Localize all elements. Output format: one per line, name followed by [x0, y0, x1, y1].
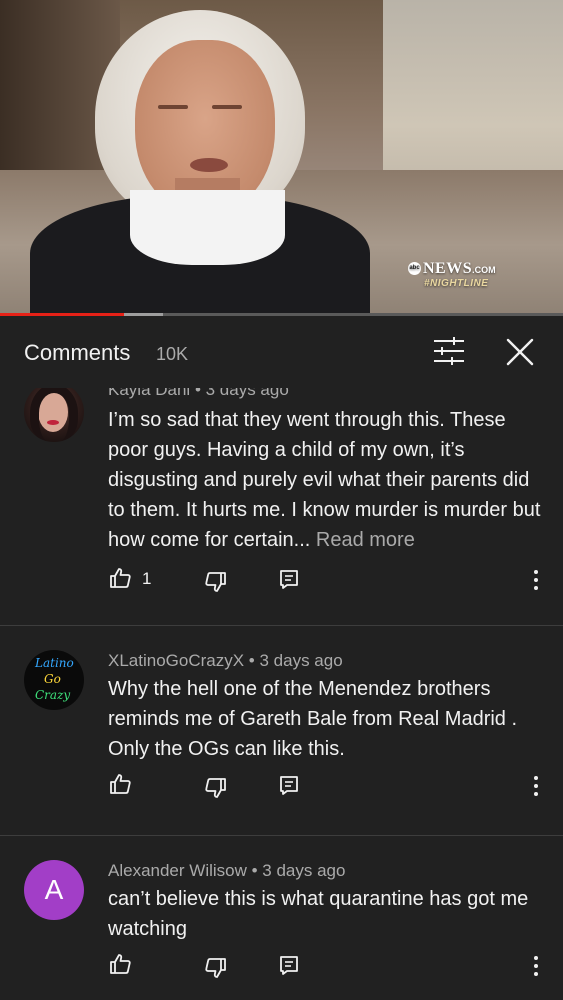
avatar-hair — [30, 388, 78, 442]
like-icon[interactable] — [108, 772, 132, 796]
logo-dotcom-text: .COM — [472, 265, 496, 275]
comment-text: can’t believe this is what quarantine ha… — [108, 884, 548, 944]
comments-list[interactable]: Kayla Dani • 3 days ago I’m so sad that … — [0, 388, 563, 1000]
comment-time: 3 days ago — [259, 651, 343, 670]
read-more-link[interactable]: Read more — [316, 529, 415, 551]
comment-body: can’t believe this is what quarantine ha… — [108, 888, 529, 940]
comment-item: A Alexander Wilisow • 3 days ago can’t b… — [0, 836, 563, 1000]
like-icon[interactable] — [108, 952, 132, 976]
avatar-word-3: Crazy — [35, 688, 71, 702]
video-subject-mouth — [190, 158, 228, 172]
meta-separator: • — [246, 861, 263, 880]
dislike-icon[interactable] — [204, 776, 228, 800]
comment-actions: 1 — [108, 566, 548, 594]
like-icon[interactable] — [108, 566, 132, 590]
meta-separator: • — [244, 651, 260, 670]
video-subject-collar — [130, 190, 285, 265]
comment-actions — [108, 772, 548, 800]
comment-author[interactable]: Kayla Dani — [108, 388, 190, 399]
abc-news-nightline-logo: abc NEWS.COM #NIGHTLINE — [408, 260, 496, 289]
sort-filter-icon[interactable] — [432, 336, 466, 366]
dislike-icon[interactable] — [204, 956, 228, 980]
more-options-icon[interactable] — [528, 954, 544, 978]
avatar-word-2: Go — [44, 672, 61, 686]
avatar-lips — [47, 420, 59, 425]
logo-news-text: NEWS — [423, 260, 473, 277]
comment-item: Kayla Dani • 3 days ago I’m so sad that … — [0, 388, 563, 626]
comment-author[interactable]: Alexander Wilisow — [108, 861, 247, 880]
comments-count: 10K — [156, 344, 189, 364]
video-subject-eye — [212, 105, 242, 109]
comment-item: Latino Go Crazy XLatinoGoCrazyX • 3 days… — [0, 626, 563, 836]
comment-actions — [108, 952, 548, 980]
comment-time: 3 days ago — [205, 388, 289, 399]
comment-body: Why the hell one of the Menendez brother… — [108, 678, 518, 760]
reply-icon[interactable] — [278, 568, 300, 590]
abc-logo-icon: abc — [408, 262, 421, 276]
comment-time: 3 days ago — [262, 861, 346, 880]
logo-nightline-text: #NIGHTLINE — [424, 278, 489, 289]
comment-meta: Alexander Wilisow • 3 days ago — [108, 861, 345, 881]
reply-icon[interactable] — [278, 774, 300, 796]
comments-title: Comments — [24, 340, 131, 365]
avatar-letter: A — [44, 874, 64, 905]
video-player[interactable]: abc NEWS.COM #NIGHTLINE — [0, 0, 563, 314]
avatar-word-1: Latino — [35, 656, 74, 670]
comment-text: Why the hell one of the Menendez brother… — [108, 674, 548, 764]
comment-text: I’m so sad that they went through this. … — [108, 405, 548, 555]
avatar[interactable] — [24, 388, 84, 442]
more-options-icon[interactable] — [528, 568, 544, 592]
meta-separator: • — [190, 388, 206, 399]
dislike-icon[interactable] — [204, 570, 228, 594]
comment-author[interactable]: XLatinoGoCrazyX — [108, 651, 244, 670]
video-subject-eye — [158, 105, 188, 109]
like-count: 1 — [142, 569, 152, 588]
reply-icon[interactable] — [278, 954, 300, 976]
avatar[interactable]: Latino Go Crazy — [24, 650, 84, 710]
comment-meta: XLatinoGoCrazyX • 3 days ago — [108, 651, 343, 671]
close-icon[interactable] — [504, 336, 536, 368]
avatar[interactable]: A — [24, 860, 84, 920]
more-options-icon[interactable] — [528, 774, 544, 798]
comment-meta: Kayla Dani • 3 days ago — [108, 388, 289, 400]
comments-header: Comments 10K — [0, 316, 563, 388]
